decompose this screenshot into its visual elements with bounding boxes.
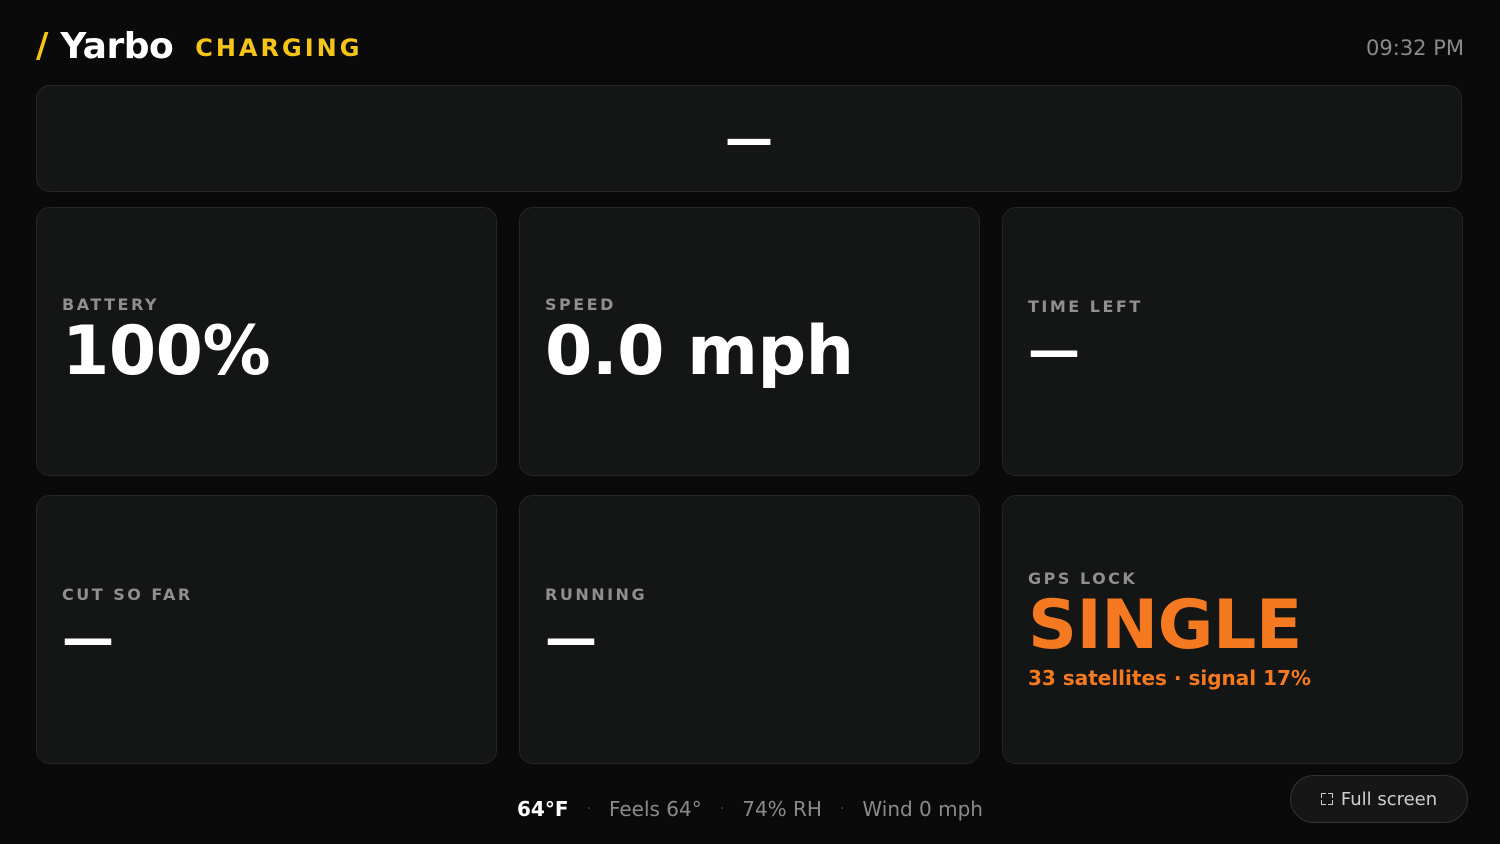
status-label: CHARGING [195, 34, 363, 62]
time-left-value: — [1028, 321, 1080, 382]
weather-wind: Wind 0 mph [862, 797, 983, 821]
gps-lock-card: GPS LOCK SINGLE 33 satellites · signal 1… [1002, 495, 1463, 764]
weather-humidity: 74% RH [742, 797, 822, 821]
card-label: TIME LEFT [1028, 297, 1143, 317]
cut-so-far-value: — [62, 609, 114, 670]
separator: · [586, 801, 591, 817]
cut-so-far-card: CUT SO FAR — [36, 495, 497, 764]
card-label: CUT SO FAR [62, 585, 193, 605]
status-banner: — [36, 85, 1462, 192]
dashboard: / Yarbo CHARGING 09:32 PM — BATTERY 100%… [0, 0, 1500, 844]
speed-card: SPEED 0.0 mph [519, 207, 980, 476]
battery-card: BATTERY 100% [36, 207, 497, 476]
header: / Yarbo CHARGING [36, 18, 362, 74]
gps-lock-value: SINGLE [1028, 586, 1302, 666]
fullscreen-label: Full screen [1340, 788, 1438, 810]
fullscreen-button[interactable]: Full screen [1290, 775, 1468, 823]
card-label: RUNNING [545, 585, 648, 605]
weather-feels: Feels 64° [608, 797, 702, 821]
brand-name: Yarbo [60, 25, 174, 67]
speed-value: 0.0 mph [545, 312, 854, 392]
weather-temp: 64°F [517, 797, 569, 821]
battery-value: 100% [62, 312, 271, 392]
brand-slash: / [36, 26, 49, 66]
gps-detail: 33 satellites · signal 17% [1028, 665, 1311, 690]
weather-bar: 64°F · Feels 64° · 74% RH · Wind 0 mph [0, 797, 1500, 821]
separator: · [719, 801, 725, 817]
time-left-card: TIME LEFT — [1002, 207, 1463, 476]
banner-value: — [725, 110, 773, 167]
running-value: — [545, 609, 597, 670]
running-card: RUNNING — [519, 495, 980, 764]
clock: 09:32 PM [1366, 36, 1464, 60]
separator: · [839, 801, 845, 817]
expand-icon [1320, 793, 1333, 805]
